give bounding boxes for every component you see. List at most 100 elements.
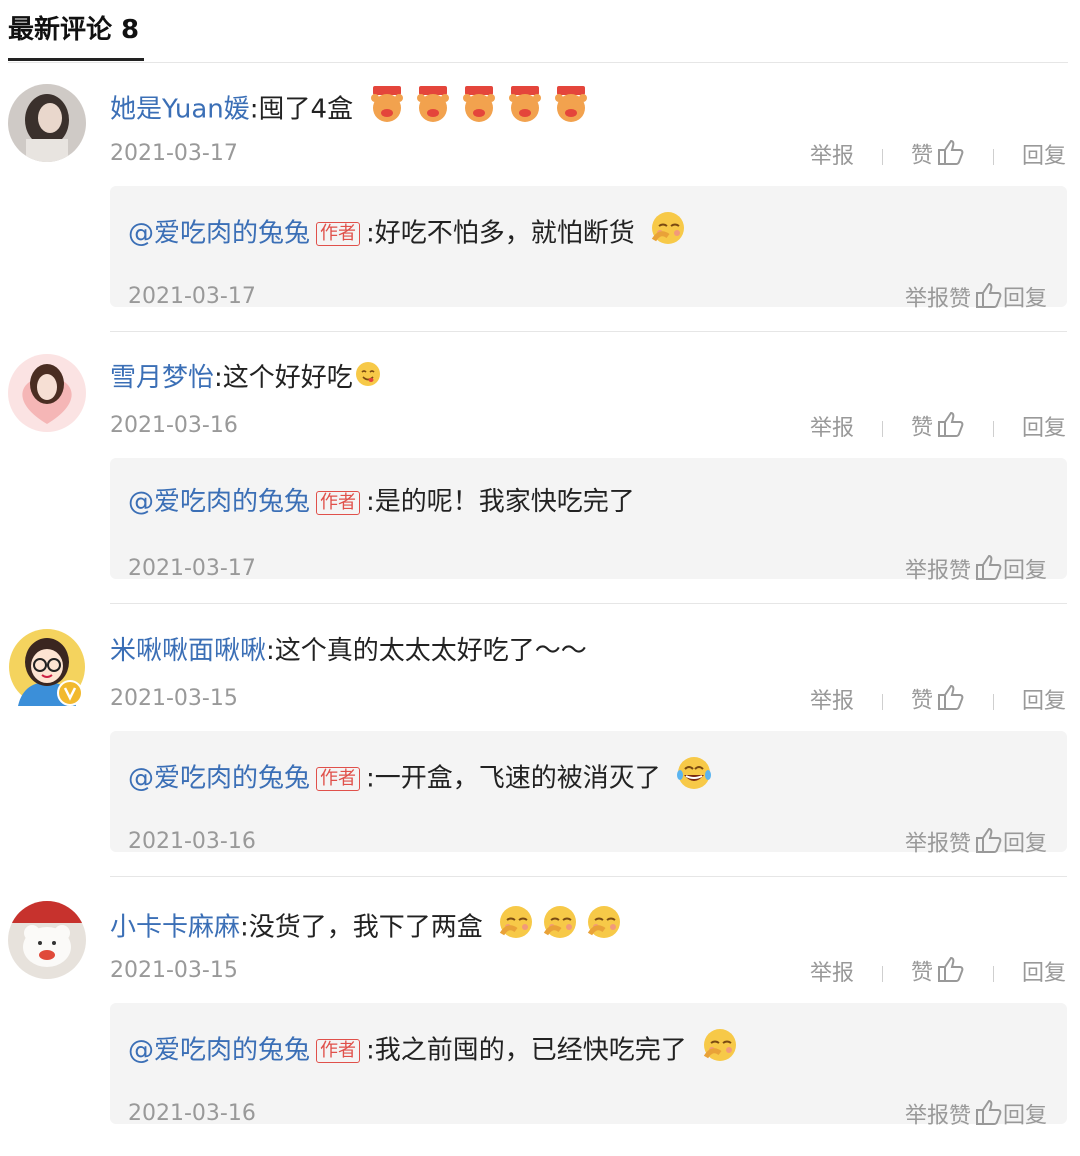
- comment-date: 2021-03-15: [110, 686, 238, 711]
- divider: [992, 148, 994, 165]
- comment-username[interactable]: 她是Yuan媛: [110, 95, 250, 125]
- like-label: 赞: [948, 831, 971, 857]
- report-button[interactable]: 举报: [810, 142, 854, 172]
- comment-actions: 举报 赞 回复: [810, 411, 1066, 446]
- reply-text: :是的呢！我家快吃完了: [366, 487, 635, 517]
- reply-username[interactable]: @爱吃肉的兔兔: [128, 487, 310, 517]
- like-button[interactable]: 赞: [949, 1099, 1003, 1129]
- comments-header: 最新评论 8: [8, 8, 1068, 63]
- reply-date: 2021-03-16: [128, 1101, 256, 1126]
- like-button[interactable]: 赞: [948, 827, 1003, 857]
- reply-actions: 举报赞 回复: [905, 282, 1047, 317]
- report-button[interactable]: 举报: [810, 959, 854, 989]
- like-button[interactable]: 赞: [911, 684, 965, 719]
- reply-line: @爱吃肉的兔兔 作者:好吃不怕多，就怕断货: [128, 210, 687, 250]
- thumbs-up-icon: [975, 282, 1003, 317]
- like-label: 赞: [948, 286, 971, 312]
- reply-button[interactable]: 回复: [1003, 287, 1047, 312]
- comment-actions: 举报 赞 回复: [810, 139, 1066, 174]
- bear-emoji: [505, 86, 545, 134]
- reply-button[interactable]: 回复: [1022, 687, 1066, 717]
- shy-face-emoji: [701, 1027, 739, 1075]
- like-button[interactable]: 赞: [911, 139, 965, 174]
- thumbs-up-icon: [937, 956, 965, 991]
- thumbs-up-icon: [937, 684, 965, 719]
- like-button[interactable]: 赞: [911, 411, 965, 446]
- author-reply: @爱吃肉的兔兔 作者:好吃不怕多，就怕断货 2021-03-17 举报赞 回复: [110, 186, 1067, 312]
- reply-text: :一开盒，飞速的被消灭了: [366, 763, 661, 794]
- comment-username[interactable]: 小卡卡麻麻: [110, 913, 240, 943]
- shy-face-emoji: [541, 904, 579, 952]
- reply-text: :我之前囤的，已经快吃完了: [366, 1035, 687, 1066]
- author-tag: 作者: [316, 490, 361, 515]
- comment-text: :这个真的太太太好吃了～～: [266, 636, 587, 666]
- divider: [992, 965, 994, 982]
- report-button[interactable]: 举报: [810, 414, 854, 444]
- author-reply: @爱吃肉的兔兔 作者:是的呢！我家快吃完了 2021-03-17 举报赞 回复: [110, 458, 1067, 584]
- author-reply: @爱吃肉的兔兔 作者:我之前囤的，已经快吃完了 2021-03-16 举报赞 回复: [110, 1003, 1067, 1129]
- report-button[interactable]: 举报: [905, 287, 949, 312]
- reply-button[interactable]: 回复: [1003, 559, 1047, 584]
- reply-username[interactable]: @爱吃肉的兔兔: [128, 219, 310, 249]
- report-button[interactable]: 举报: [810, 687, 854, 717]
- author-tag: 作者: [316, 222, 361, 246]
- title-underline: [8, 58, 144, 61]
- comment-text: :这个好好吃: [214, 363, 353, 393]
- comment-actions: 举报 赞 回复: [810, 684, 1066, 719]
- divider: [992, 420, 994, 437]
- thumbs-up-icon: [937, 411, 965, 446]
- thumbs-up-icon: [975, 827, 1003, 862]
- comment-date: 2021-03-15: [110, 958, 238, 983]
- reply-button[interactable]: 回复: [1003, 832, 1047, 857]
- laugh-cry-emoji: [675, 755, 713, 803]
- divider: [881, 420, 883, 437]
- comments-title: 最新评论 8: [8, 15, 140, 45]
- comment-divider: [110, 331, 1067, 332]
- avatar[interactable]: [8, 84, 86, 162]
- like-button[interactable]: 赞: [948, 554, 1003, 584]
- comment-line: 她是Yuan媛:囤了4盒: [110, 86, 591, 126]
- report-button[interactable]: 举报: [905, 559, 949, 584]
- reply-line: @爱吃肉的兔兔 作者:我之前囤的，已经快吃完了: [128, 1027, 739, 1067]
- report-button[interactable]: 举报: [905, 1104, 949, 1129]
- report-button[interactable]: 举报: [905, 832, 949, 857]
- divider: [992, 693, 994, 710]
- reply-button[interactable]: 回复: [1022, 414, 1066, 444]
- comment-line: 雪月梦怡:这个好好吃: [110, 358, 381, 398]
- comment-username[interactable]: 雪月梦怡: [110, 363, 214, 393]
- like-button[interactable]: 赞: [911, 956, 965, 991]
- avatar[interactable]: [8, 628, 86, 706]
- reply-button[interactable]: 回复: [1003, 1104, 1047, 1129]
- divider: [881, 965, 883, 982]
- shy-face-emoji: [497, 904, 535, 952]
- comment-divider: [110, 876, 1067, 877]
- like-label: 赞: [910, 960, 933, 986]
- reply-username[interactable]: @爱吃肉的兔兔: [128, 764, 310, 794]
- avatar[interactable]: [8, 354, 86, 432]
- thumbs-up-icon: [975, 1099, 1003, 1134]
- like-label: 赞: [948, 558, 971, 584]
- reply-actions: 举报赞 回复: [905, 827, 1047, 862]
- bear-emoji: [459, 86, 499, 134]
- reply-text: :好吃不怕多，就怕断货: [366, 218, 635, 249]
- like-label: 赞: [910, 143, 933, 169]
- comment-date: 2021-03-17: [110, 141, 238, 166]
- shy-face-emoji: [649, 210, 687, 258]
- author-tag: 作者: [316, 1039, 361, 1063]
- like-label: 赞: [910, 415, 933, 441]
- reply-button[interactable]: 回复: [1022, 142, 1066, 172]
- comment-username[interactable]: 米啾啾面啾啾: [110, 636, 266, 666]
- reply-actions: 举报赞 回复: [905, 554, 1047, 589]
- yummy-face-emoji: [355, 359, 381, 399]
- divider: [881, 148, 883, 165]
- like-button[interactable]: 赞: [948, 282, 1003, 312]
- thumbs-up-icon: [937, 139, 965, 174]
- avatar[interactable]: [8, 901, 86, 979]
- reply-button[interactable]: 回复: [1022, 959, 1066, 989]
- bear-emoji: [367, 86, 407, 134]
- comment-actions: 举报 赞 回复: [810, 956, 1066, 991]
- comment-text: :囤了4盒: [249, 94, 354, 125]
- bear-emoji: [413, 86, 453, 134]
- reply-date: 2021-03-16: [128, 829, 256, 854]
- reply-username[interactable]: @爱吃肉的兔兔: [128, 1036, 310, 1066]
